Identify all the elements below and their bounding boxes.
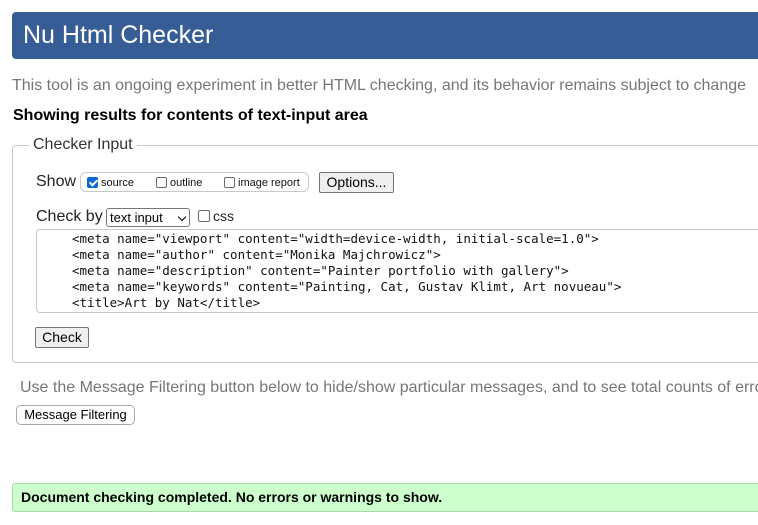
code-line: <title>Art by Nat</title> xyxy=(72,295,261,310)
outline-label: outline xyxy=(170,176,203,189)
page-header: Nu Html Checker xyxy=(12,12,758,59)
show-outline-option[interactable]: outline xyxy=(156,174,202,191)
source-label: source xyxy=(101,176,135,189)
code-line: <meta name="author" content="Monika Majc… xyxy=(72,247,441,262)
options-button[interactable]: Options... xyxy=(319,172,394,193)
show-options-group: source outline image report xyxy=(80,172,309,192)
filter-note: Use the Message Filtering button below t… xyxy=(20,379,758,396)
show-source-option[interactable]: source xyxy=(87,174,134,191)
css-option[interactable]: css xyxy=(198,208,234,224)
result-status-message: Document checking completed. No errors o… xyxy=(12,483,758,512)
tagline: This tool is an ongoing experiment in be… xyxy=(12,77,747,94)
show-label: Show xyxy=(36,173,77,190)
message-filtering-button[interactable]: Message Filtering xyxy=(16,405,135,425)
source-textarea[interactable]: <meta name="viewport" content="width=dev… xyxy=(36,229,758,313)
image-report-checkbox[interactable] xyxy=(224,177,235,188)
source-checkbox[interactable] xyxy=(87,177,98,188)
css-label: css xyxy=(213,208,234,224)
code-line: <meta name="viewport" content="width=dev… xyxy=(72,231,599,246)
page-title: Nu Html Checker xyxy=(23,21,214,49)
page: Nu Html Checker This tool is an ongoing … xyxy=(0,0,758,525)
chevron-down-icon xyxy=(177,212,187,222)
checker-input-legend: Checker Input xyxy=(33,136,133,153)
results-heading: Showing results for contents of text-inp… xyxy=(13,107,368,124)
css-checkbox[interactable] xyxy=(198,210,210,222)
code-line: <meta name="keywords" content="Painting,… xyxy=(72,279,622,294)
check-by-select[interactable]: text input xyxy=(106,208,190,227)
check-by-value: text input xyxy=(110,210,163,225)
show-image-report-option[interactable]: image report xyxy=(224,174,300,191)
check-by-label: Check by xyxy=(36,208,103,225)
image-report-label: image report xyxy=(238,176,300,189)
check-button[interactable]: Check xyxy=(35,327,89,348)
outline-checkbox[interactable] xyxy=(156,177,167,188)
code-line: <meta name="description" content="Painte… xyxy=(72,263,569,278)
